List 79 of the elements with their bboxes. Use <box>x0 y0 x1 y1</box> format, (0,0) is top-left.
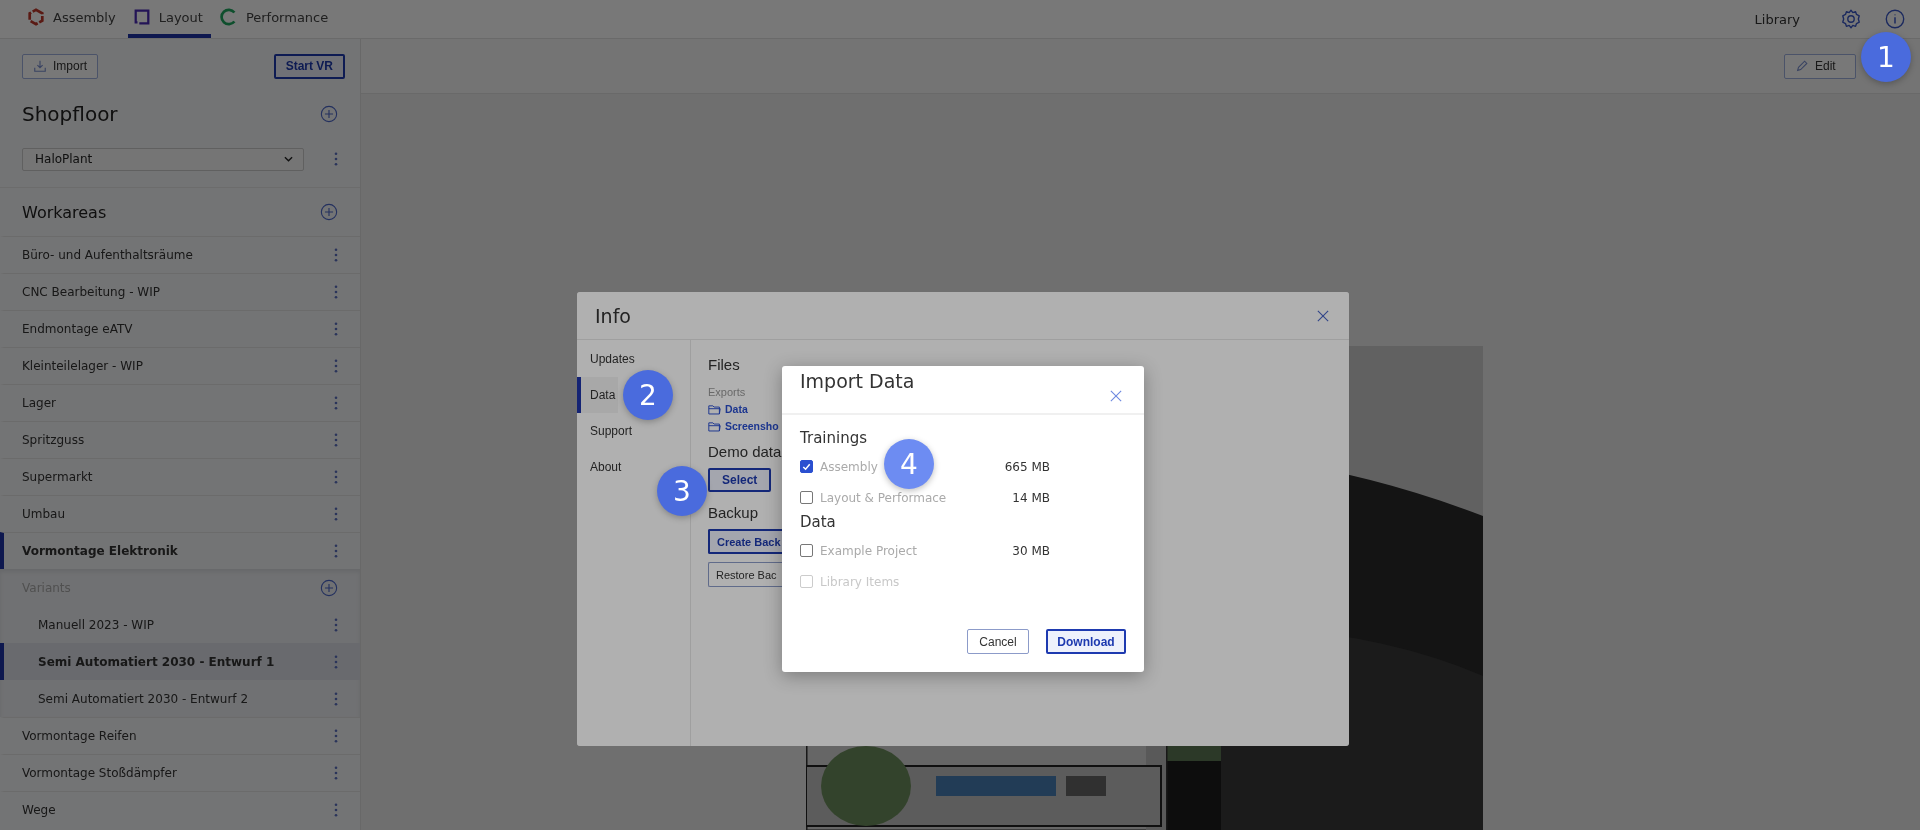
import-button[interactable]: Import <box>22 53 98 79</box>
edit-button[interactable]: Edit <box>1784 53 1856 79</box>
option-label: Example Project <box>820 543 917 558</box>
more-icon[interactable] <box>334 691 338 706</box>
variant-item[interactable]: Semi Automatiert 2030 - Entwurf 2 <box>0 680 360 717</box>
add-icon[interactable] <box>320 578 338 597</box>
settings-icon[interactable] <box>1840 8 1862 30</box>
ring-icon <box>219 8 238 26</box>
more-icon[interactable] <box>334 470 338 484</box>
workarea-item[interactable]: CNC Bearbeitung - WIP <box>0 273 360 310</box>
workarea-item[interactable]: Wege <box>0 791 360 828</box>
close-icon[interactable] <box>1317 309 1329 322</box>
checkbox[interactable] <box>800 491 813 504</box>
workareas-title: Workareas <box>22 202 107 222</box>
file-size: 665 MB <box>1004 459 1050 474</box>
info-icon[interactable] <box>1884 8 1906 30</box>
workarea-item[interactable]: Vormontage Stoßdämpfer <box>0 754 360 791</box>
more-icon[interactable] <box>334 654 338 669</box>
section-title: Files <box>708 356 740 373</box>
add-icon[interactable] <box>320 105 338 123</box>
workarea-item[interactable]: Supermarkt <box>0 458 360 495</box>
more-icon[interactable] <box>334 322 338 336</box>
more-icon[interactable] <box>334 152 338 166</box>
add-icon[interactable] <box>320 203 338 221</box>
checkbox[interactable] <box>800 460 813 473</box>
shopfloor-title: Shopfloor <box>22 102 118 126</box>
folder-icon <box>708 403 721 415</box>
folder-link[interactable]: Data <box>708 403 748 415</box>
more-icon[interactable] <box>334 396 338 410</box>
folder-link[interactable]: Screensho <box>708 420 779 432</box>
variant-item[interactable]: Manuell 2023 - WIP <box>0 606 360 643</box>
group-title: Data <box>800 513 837 531</box>
workarea-item[interactable]: Endmontage eATV <box>0 310 360 347</box>
nav-item[interactable]: About <box>577 449 625 485</box>
workarea-item[interactable]: Kleinteilelager - WIP <box>0 347 360 384</box>
shopfloor-select[interactable]: HaloPlant <box>22 147 304 171</box>
library-link[interactable]: Library <box>1754 11 1800 27</box>
more-icon[interactable] <box>334 729 338 743</box>
section-title: Backup <box>708 504 759 521</box>
select-button[interactable]: Select <box>708 468 772 492</box>
workarea-item[interactable]: Lager <box>0 384 360 421</box>
more-icon[interactable] <box>334 285 338 299</box>
workarea-item[interactable]: Vormontage Reifen <box>0 717 360 754</box>
more-icon[interactable] <box>334 803 338 817</box>
checkbox[interactable] <box>800 544 813 557</box>
more-icon[interactable] <box>334 617 338 632</box>
workarea-item[interactable]: Spritzguss <box>0 421 360 458</box>
workarea-item[interactable]: Büro- und Aufenthaltsräume <box>0 236 360 273</box>
more-icon[interactable] <box>334 433 338 447</box>
option-label: Assembly <box>820 459 878 474</box>
backup-button[interactable]: Create Back <box>708 529 782 554</box>
more-icon[interactable] <box>334 766 338 780</box>
backup-button[interactable]: Restore Bac <box>708 562 782 587</box>
file-size: 14 MB <box>1012 490 1050 505</box>
workarea-item[interactable]: Umbau <box>0 495 360 532</box>
cancel-button[interactable]: Cancel <box>967 629 1029 654</box>
pencil-icon <box>1795 59 1809 73</box>
download-button[interactable]: Download <box>1046 629 1126 654</box>
variant-item[interactable]: Semi Automatiert 2030 - Entwurf 1 <box>0 643 360 680</box>
folder-icon <box>708 420 721 432</box>
dialog-title: Info <box>595 304 631 327</box>
section-title: Demo data <box>708 443 782 460</box>
exports-label: Exports <box>708 386 746 398</box>
start-vr-button[interactable]: Start VR <box>273 53 345 79</box>
nav-item[interactable]: Data <box>577 377 619 413</box>
group-title: Trainings <box>800 429 868 447</box>
more-icon[interactable] <box>334 507 338 521</box>
more-icon[interactable] <box>334 248 338 262</box>
more-icon[interactable] <box>334 544 338 558</box>
app-tab[interactable]: Performance <box>214 0 337 38</box>
hexagon-icon <box>27 8 45 26</box>
app-tab[interactable]: Assembly <box>22 0 124 38</box>
dialog-title: Import Data <box>800 370 915 392</box>
more-icon[interactable] <box>334 359 338 373</box>
caret-icon <box>284 156 293 162</box>
file-size: 30 MB <box>1012 543 1050 558</box>
download-icon <box>33 59 47 73</box>
option-label: Layout & Performace <box>820 490 947 505</box>
close-icon[interactable] <box>1110 390 1122 402</box>
